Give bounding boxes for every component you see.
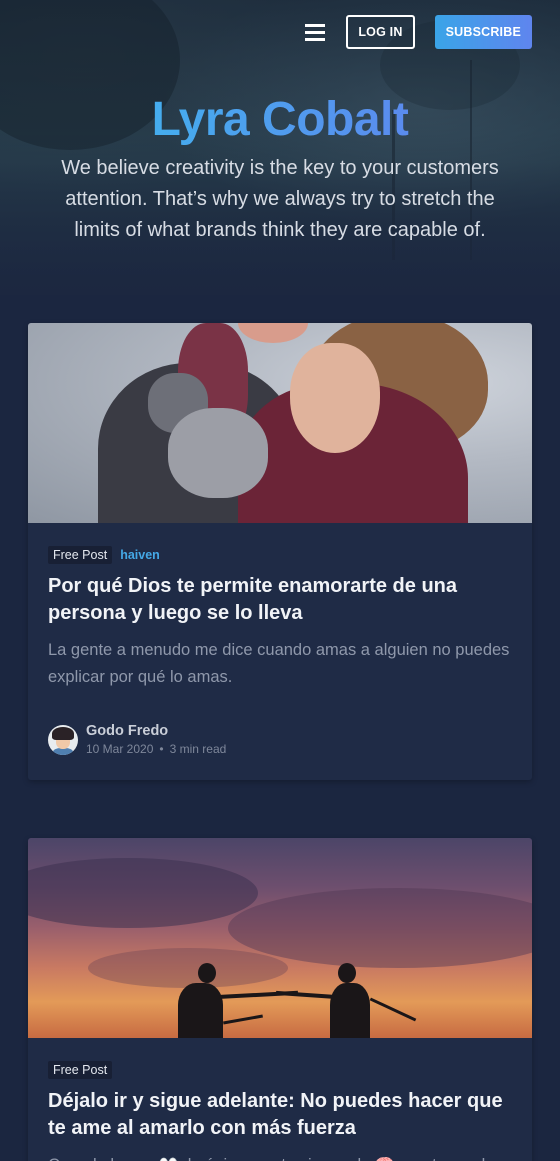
- top-navigation: LOG IN SUBSCRIBE: [298, 15, 532, 49]
- site-description: We believe creativity is the key to your…: [61, 157, 499, 241]
- post-date: 10 Mar 2020: [86, 742, 154, 756]
- reading-time: 3 min read: [169, 742, 227, 756]
- post-author: Godo Fredo 10 Mar 2020 • 3 min read: [48, 723, 226, 756]
- site-title[interactable]: Lyra Cobalt: [0, 92, 560, 147]
- post-title[interactable]: Por qué Dios te permite enamorarte de un…: [48, 573, 512, 627]
- post-card[interactable]: Free Post haiven Por qué Dios te permite…: [28, 323, 532, 780]
- post-card[interactable]: Free Post Déjalo ir y sigue adelante: No…: [28, 838, 532, 1161]
- hamburger-menu-icon[interactable]: [298, 15, 332, 49]
- post-excerpt: La gente a menudo me dice cuando amas a …: [48, 641, 510, 686]
- post-meta: 10 Mar 2020 • 3 min read: [86, 742, 227, 756]
- free-post-badge: Free Post: [48, 546, 113, 564]
- author-name[interactable]: Godo Fredo: [86, 723, 226, 739]
- post-feature-image[interactable]: [28, 838, 532, 1038]
- login-button[interactable]: LOG IN: [346, 15, 415, 49]
- subscribe-button[interactable]: SUBSCRIBE: [434, 15, 532, 49]
- site-header: LOG IN SUBSCRIBE Lyra Cobalt We believe …: [0, 0, 560, 295]
- post-category-link[interactable]: haiven: [120, 548, 160, 562]
- post-title[interactable]: Déjalo ir y sigue adelante: No puedes ha…: [48, 1088, 512, 1142]
- post-feature-image[interactable]: [28, 323, 532, 523]
- free-post-badge: Free Post: [48, 1061, 113, 1079]
- author-avatar[interactable]: [48, 724, 78, 755]
- post-excerpt: Cuando lo ves 👀, lo único que te viene a…: [48, 1152, 512, 1161]
